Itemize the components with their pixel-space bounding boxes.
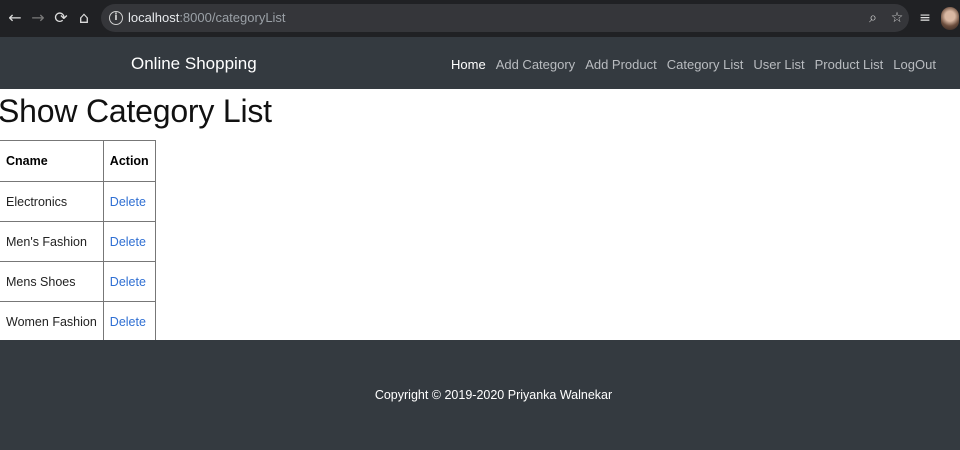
site-navbar: Online Shopping Home Add Category Add Pr… (0, 37, 960, 89)
nav-link-product-list[interactable]: Product List (815, 57, 884, 72)
table-header-row: Cname Action (0, 140, 156, 182)
address-bar[interactable]: i localhost:8000/categoryList ⌕ ☆ (101, 4, 909, 32)
nav-link-home[interactable]: Home (451, 57, 486, 72)
category-name: Men's Fashion (0, 221, 104, 262)
copyright-text: Copyright © 2019-2020 Priyanka Walnekar (374, 388, 613, 402)
action-cell: Delete (102, 301, 156, 342)
delete-link[interactable]: Delete (110, 235, 146, 249)
column-header-cname: Cname (0, 140, 104, 182)
category-table: Cname Action Electronics Delete Men's Fa… (0, 140, 156, 342)
category-name: Electronics (0, 181, 104, 222)
nav-link-add-category[interactable]: Add Category (496, 57, 576, 72)
delete-link[interactable]: Delete (110, 275, 146, 289)
profile-avatar[interactable] (941, 7, 959, 30)
nav-link-category-list[interactable]: Category List (667, 57, 744, 72)
column-header-action: Action (102, 140, 156, 182)
action-cell: Delete (102, 181, 156, 222)
nav-link-logout[interactable]: LogOut (893, 57, 936, 72)
nav-menu: Home Add Category Add Product Category L… (451, 57, 936, 72)
table-row: Mens Shoes Delete (0, 261, 156, 302)
url-host: localhost (128, 10, 180, 25)
delete-link[interactable]: Delete (110, 315, 146, 329)
table-row: Men's Fashion Delete (0, 221, 156, 262)
star-icon[interactable]: ☆ (887, 8, 907, 28)
action-cell: Delete (102, 221, 156, 262)
page-title: Show Category List (0, 93, 272, 129)
home-icon[interactable]: ⌂ (73, 7, 95, 29)
delete-link[interactable]: Delete (110, 195, 146, 209)
back-icon[interactable]: ← (4, 7, 26, 29)
url-path: :8000/categoryList (179, 10, 286, 25)
reload-icon[interactable]: ⟳ (50, 7, 72, 29)
brand-link[interactable]: Online Shopping (131, 54, 257, 74)
forward-icon[interactable]: → (27, 7, 49, 29)
category-name: Mens Shoes (0, 261, 104, 302)
site-footer: Copyright © 2019-2020 Priyanka Walnekar (0, 340, 960, 450)
playlist-icon[interactable]: ≡ (915, 8, 935, 28)
table-row: Women Fashion Delete (0, 301, 156, 342)
category-name: Women Fashion (0, 301, 104, 342)
zoom-icon[interactable]: ⌕ (863, 8, 883, 28)
nav-link-user-list[interactable]: User List (753, 57, 804, 72)
action-cell: Delete (102, 261, 156, 302)
info-icon[interactable]: i (109, 11, 123, 25)
browser-toolbar: ← → ⟳ ⌂ i localhost:8000/categoryList ⌕ … (0, 0, 960, 37)
url-text[interactable]: localhost:8000/categoryList (128, 10, 286, 25)
table-row: Electronics Delete (0, 181, 156, 222)
nav-link-add-product[interactable]: Add Product (585, 57, 657, 72)
